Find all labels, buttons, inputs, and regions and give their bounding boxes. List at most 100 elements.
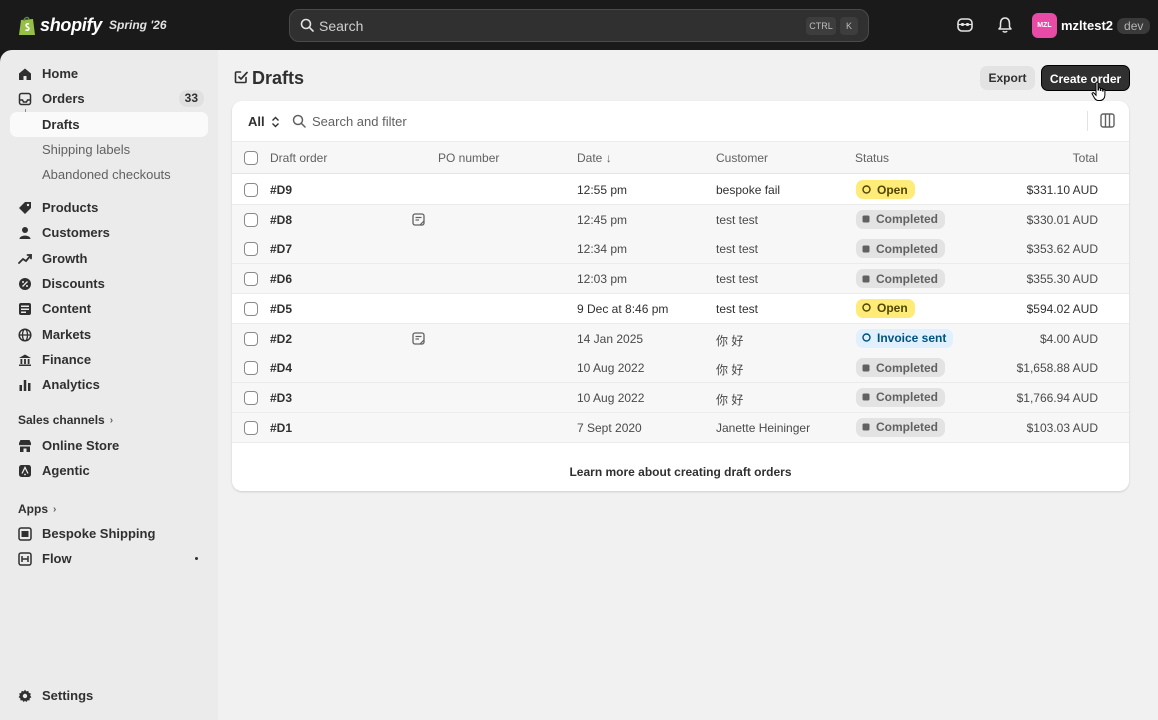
draft-order-id[interactable]: #D4 [270, 361, 292, 375]
table-header: Draft order PO number Date ↓ Customer St… [232, 141, 1129, 174]
unread-dot [195, 557, 198, 560]
status-badge-label: Completed [876, 390, 939, 405]
shopify-logo[interactable]: shopify [18, 14, 102, 36]
column-header-po-number[interactable]: PO number [438, 151, 499, 165]
table-row[interactable]: #D6 12:03 pm test test Completed $355.30 AUD [232, 264, 1129, 295]
sidebar-item-analytics[interactable]: Analytics [10, 372, 208, 397]
sidebar-item-online-store[interactable]: Online Store [10, 433, 208, 458]
learn-more-link[interactable]: Learn more about creating draft orders [218, 465, 1143, 479]
draft-order-id[interactable]: #D3 [270, 391, 292, 405]
sidebar-item-label: Home [42, 66, 79, 81]
customer-name: test test [716, 242, 759, 257]
column-header-draft-order[interactable]: Draft order [270, 151, 327, 165]
draft-order-id[interactable]: #D7 [270, 242, 292, 256]
draft-total: $353.62 AUD [1026, 242, 1098, 257]
sidekick-icon[interactable] [956, 16, 974, 34]
sidebar-item-abandoned-checkouts[interactable]: Abandoned checkouts [10, 162, 208, 187]
content-icon [18, 302, 32, 316]
column-header-date[interactable]: Date ↓ [577, 151, 612, 165]
inbox-icon [18, 92, 32, 106]
table-row[interactable]: #D1 7 Sept 2020 Janette Heininger Completed… [232, 412, 1129, 443]
table-row[interactable]: #D7 12:34 pm test test Completed $353.62 AUD [232, 234, 1129, 265]
row-checkbox[interactable] [244, 212, 258, 227]
row-checkbox[interactable] [244, 420, 258, 435]
table-row[interactable]: #D5 9 Dec at 8:46 pm test test Open $594.02 … [232, 294, 1129, 324]
row-checkbox[interactable] [244, 331, 258, 346]
globe-icon [18, 327, 32, 342]
table-row[interactable]: #D2 14 Jan 2025 你 好 Invoice sent $4.00 AUD [232, 323, 1129, 354]
agentic-icon [18, 464, 32, 478]
sidebar-item-home[interactable]: Home [10, 61, 208, 86]
draft-order-id[interactable]: #D6 [270, 272, 292, 286]
draft-order-id[interactable]: #D1 [270, 421, 292, 435]
drafts-table-card: All Search and filter Draft order PO num… [232, 101, 1129, 491]
column-header-customer[interactable]: Customer [716, 151, 768, 165]
shortcut-k: K [840, 17, 858, 35]
status-open-icon [862, 183, 871, 197]
draft-total: $331.10 AUD [1026, 183, 1098, 197]
sales-channels-heading[interactable]: Sales channels › [18, 413, 113, 427]
column-header-total[interactable]: Total [1073, 151, 1098, 165]
export-button[interactable]: Export [980, 66, 1035, 90]
row-checkbox[interactable] [244, 390, 258, 405]
sidebar-item-agentic[interactable]: Agentic [10, 458, 208, 483]
sidebar-item-discounts[interactable]: Discounts [10, 271, 208, 296]
draft-order-id[interactable]: #D2 [270, 332, 292, 346]
draft-date: 9 Dec at 8:46 pm [577, 301, 669, 316]
table-row[interactable]: #D3 10 Aug 2022 你 好 Completed $1,766.94 AUD [232, 382, 1129, 413]
customer-name: 你 好 [716, 392, 744, 407]
hand-pointer-icon [1091, 81, 1106, 101]
search-placeholder: Search [319, 18, 364, 34]
sidebar-item-orders[interactable]: Orders 33 [10, 86, 208, 111]
row-checkbox[interactable] [244, 301, 258, 316]
account-menu[interactable]: MZL mzltest2 dev [1032, 13, 1151, 38]
search-and-filter-input[interactable]: Search and filter [312, 114, 407, 129]
view-selector[interactable]: All [248, 114, 280, 129]
status-badge: Completed [856, 209, 946, 229]
customer-name: 你 好 [716, 333, 744, 348]
flow-icon [18, 551, 32, 566]
sidebar-item-label: Drafts [42, 117, 80, 132]
sidebar-item-customers[interactable]: Customers [10, 220, 208, 245]
main-content: Drafts Export Create order All Search an… [218, 50, 1158, 720]
draft-order-id[interactable]: #D9 [270, 183, 292, 197]
table-row[interactable]: #D9 12:55 pm bespoke fail Open $331.10 AUD [232, 175, 1129, 205]
sidebar-item-label: Shipping labels [42, 142, 131, 157]
sidebar-item-markets[interactable]: Markets [10, 322, 208, 347]
sidebar-item-drafts[interactable]: Drafts [10, 112, 208, 137]
sidebar-item-label: Flow [42, 551, 72, 566]
sidebar-item-finance[interactable]: Finance [10, 347, 208, 372]
apps-heading[interactable]: Apps › [18, 502, 56, 516]
select-all-checkbox[interactable] [244, 151, 258, 165]
status-badge: Completed [856, 417, 946, 437]
sidebar-item-shipping-labels[interactable]: Shipping labels [10, 137, 208, 162]
draft-date: 12:45 pm [577, 212, 628, 227]
row-checkbox[interactable] [244, 242, 258, 257]
column-header-status[interactable]: Status [855, 151, 889, 165]
search-icon [292, 114, 306, 128]
draft-order-id[interactable]: #D5 [270, 302, 292, 316]
arrow-down-icon: ↓ [605, 151, 612, 165]
sidebar-item-bespoke-shipping[interactable]: Bespoke Shipping [10, 521, 208, 546]
status-open-icon [862, 301, 871, 315]
sidebar-item-products[interactable]: Products [10, 195, 208, 220]
draft-order-id[interactable]: #D8 [270, 213, 292, 227]
sidebar-item-label: Orders [42, 91, 85, 106]
status-badge-label: Completed [876, 241, 939, 256]
row-checkbox[interactable] [244, 361, 258, 376]
create-order-button[interactable]: Create order [1041, 65, 1130, 91]
row-checkbox[interactable] [244, 183, 258, 197]
table-row[interactable]: #D8 12:45 pm test test Completed $330.01 AUD [232, 204, 1129, 235]
row-checkbox[interactable] [244, 272, 258, 287]
sidebar-item-settings[interactable]: Settings [10, 683, 208, 708]
global-search-input[interactable]: Search CTRL K [289, 9, 869, 42]
bell-icon[interactable] [996, 16, 1014, 34]
columns-icon[interactable] [1100, 113, 1115, 128]
status-badge: Completed [856, 269, 946, 289]
sidebar-item-label: Finance [42, 352, 92, 367]
sidebar-item-growth[interactable]: Growth [10, 246, 208, 271]
sidebar-item-flow[interactable]: Flow [10, 546, 208, 571]
table-row[interactable]: #D4 10 Aug 2022 你 好 Completed $1,658.88 AUD [232, 353, 1129, 384]
person-icon [18, 226, 32, 240]
sidebar-item-content[interactable]: Content [10, 296, 208, 321]
